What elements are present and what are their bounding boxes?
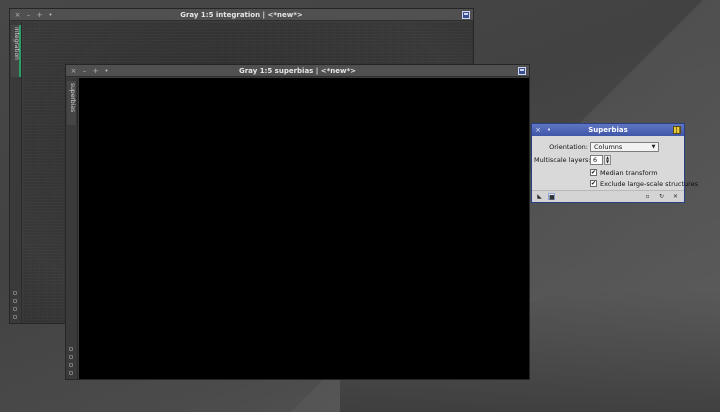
- superbias-image-view[interactable]: [79, 78, 529, 379]
- orientation-select[interactable]: Columns ▼: [590, 142, 659, 152]
- superbias-dialog[interactable]: × • Superbias Orientation: Columns ▼ Mul…: [531, 123, 698, 203]
- maximize-icon[interactable]: [462, 11, 470, 19]
- preview-icon[interactable]: [69, 355, 73, 359]
- superbias-image-window[interactable]: × – + • Gray 1:5 superbias | <*new*> sup…: [65, 64, 530, 380]
- decrement-icon[interactable]: ▼: [605, 160, 610, 164]
- exclude-large-scale-label: Exclude large-scale structures: [600, 180, 699, 188]
- stf-icon[interactable]: [69, 363, 73, 367]
- median-transform-label: Median transform: [600, 169, 658, 177]
- dialog-bottom-bar: ◣ ■ ▫ ↻ ✕: [532, 190, 684, 202]
- integration-titlebar[interactable]: × – + • Gray 1:5 integration | <*new*>: [10, 9, 473, 21]
- square-icon[interactable]: ■: [548, 193, 555, 201]
- triangle-icon[interactable]: ◣: [536, 193, 543, 200]
- doc-icon[interactable]: ▫: [644, 193, 651, 200]
- properties-icon[interactable]: [69, 371, 73, 375]
- superbias-titlebar[interactable]: × – + • Gray 1:5 superbias | <*new*>: [66, 65, 529, 77]
- dialog-titlebar[interactable]: × • Superbias: [532, 124, 684, 136]
- layers-spinbox[interactable]: 6: [590, 155, 603, 165]
- preview-icon[interactable]: [13, 299, 17, 303]
- properties-icon[interactable]: [13, 315, 17, 319]
- superbias-side-tabs: superbias: [66, 78, 78, 379]
- orientation-value: Columns: [594, 143, 623, 151]
- maximize-icon[interactable]: [518, 67, 526, 75]
- orientation-label: Orientation:: [549, 143, 588, 151]
- integration-window-title: Gray 1:5 integration | <*new*>: [180, 11, 303, 19]
- dialog-title: Superbias: [588, 126, 628, 134]
- tab-integration-label: integration: [13, 27, 20, 60]
- integration-side-tabs: integration: [10, 22, 22, 323]
- median-transform-checkbox[interactable]: ✔: [590, 169, 597, 176]
- tab-superbias[interactable]: superbias: [67, 81, 77, 125]
- reset-icon[interactable]: ↻: [658, 193, 665, 200]
- layers-stepper[interactable]: ▲ ▼: [604, 155, 611, 165]
- layers-label: Multiscale layers:: [534, 156, 591, 164]
- tab-superbias-label: superbias: [69, 83, 76, 113]
- stf-icon[interactable]: [13, 307, 17, 311]
- tab-integration[interactable]: integration: [11, 25, 21, 77]
- superbias-window-title: Gray 1:5 superbias | <*new*>: [238, 67, 357, 75]
- exclude-large-scale-checkbox[interactable]: ✔: [590, 180, 597, 187]
- wrench-icon[interactable]: ✕: [672, 193, 679, 200]
- mask-icon[interactable]: [13, 291, 17, 295]
- pin-icon[interactable]: [673, 126, 681, 134]
- chevron-down-icon: ▼: [651, 144, 656, 150]
- mask-icon[interactable]: [69, 347, 73, 351]
